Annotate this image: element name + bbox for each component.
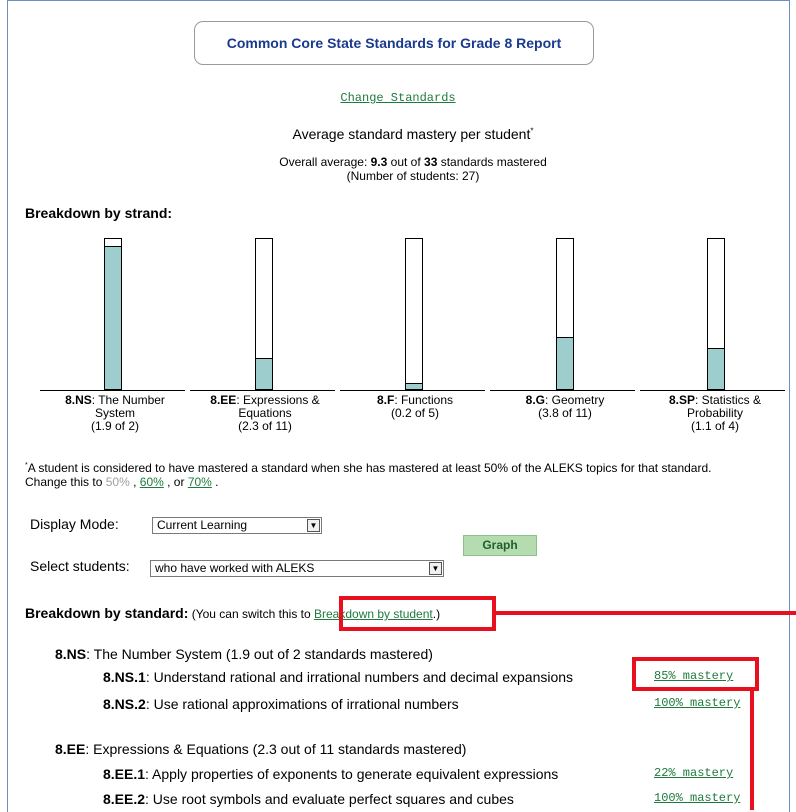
highlight-box-mastery (632, 657, 759, 691)
footnote: *A student is considered to have mastere… (25, 461, 712, 489)
strand-heading: Breakdown by strand: (25, 205, 173, 221)
group-ns-title: 8.NS: The Number System (1.9 out of 2 st… (55, 646, 433, 662)
standard-8-ee-2: 8.EE.2: Use root symbols and evaluate pe… (103, 791, 514, 807)
graph-button[interactable]: Graph (463, 535, 537, 556)
mastery-link-8-ns-2[interactable]: 100% mastery (654, 696, 740, 710)
highlight-box-student-link (339, 596, 496, 631)
standard-8-ns-1: 8.NS.1: Understand rational and irration… (103, 669, 574, 685)
chevron-down-icon[interactable]: ▼ (307, 519, 320, 532)
change-standards-link[interactable]: Change Standards (340, 91, 455, 105)
threshold-60-link[interactable]: 60% (140, 475, 164, 489)
standard-8-ns-2: 8.NS.2: Use rational approximations of i… (103, 696, 459, 712)
standard-8-ee-1: 8.EE.1: Apply properties of exponents to… (103, 766, 559, 782)
display-mode-select[interactable]: Current Learning ▼ (152, 517, 322, 534)
strand-label-f: 8.F: Functions (0.2 of 5) (376, 393, 454, 420)
strand-label-ns: 8.NS: The Number System (1.9 of 2) (65, 393, 165, 433)
threshold-70-link[interactable]: 70% (188, 475, 212, 489)
axis-segment (40, 390, 185, 391)
axis-segment (490, 390, 635, 391)
bar-fill-8-sp (708, 348, 724, 389)
highlight-connector (750, 689, 754, 810)
bar-8-sp (707, 238, 725, 390)
chevron-down-icon[interactable]: ▼ (429, 562, 442, 575)
bar-8-f (405, 238, 423, 390)
display-mode-label: Display Mode: (30, 516, 119, 532)
bar-8-ns (104, 238, 122, 390)
bar-8-g (556, 238, 574, 390)
strand-label-g: 8.G: Geometry (3.8 of 11) (525, 393, 605, 420)
mastery-link-8-ee-1[interactable]: 22% mastery (654, 766, 733, 780)
students-count: (Number of students: 27) (346, 169, 480, 183)
select-students-select[interactable]: who have worked with ALEKS ▼ (150, 560, 444, 577)
select-students-label: Select students: (30, 558, 130, 574)
avg-heading: Average standard mastery per student* (292, 126, 534, 142)
highlight-connector (496, 611, 796, 615)
strand-label-sp: 8.SP: Statistics & Probability (1.1 of 4) (668, 393, 762, 433)
mastery-link-8-ee-2[interactable]: 100% mastery (654, 791, 740, 805)
axis-segment (340, 390, 485, 391)
overall-average: Overall average: 9.3 out of 33 standards… (0, 155, 796, 183)
bar-8-ee (255, 238, 273, 390)
strand-label-ee: 8.EE: Expressions & Equations (2.3 of 11) (210, 393, 320, 433)
bar-fill-8-f (406, 383, 422, 389)
bar-fill-8-g (557, 337, 573, 389)
bar-fill-8-ns (105, 246, 121, 389)
group-ee-title: 8.EE: Expressions & Equations (2.3 out o… (55, 741, 467, 757)
threshold-50-current: 50% (105, 475, 130, 489)
report-title: Common Core State Standards for Grade 8 … (194, 21, 594, 65)
bar-fill-8-ee (256, 358, 272, 389)
axis-segment (640, 390, 785, 391)
axis-segment (190, 390, 335, 391)
